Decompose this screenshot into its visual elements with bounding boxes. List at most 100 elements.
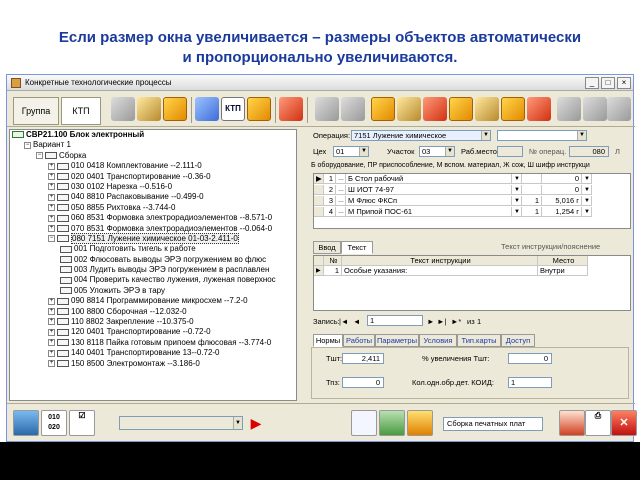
table-row[interactable]: ▶ 1… Б Стол рабочий ▼ 0 ▼ [314,174,632,184]
equipment-name[interactable]: М Флюс ФКСп [346,196,512,206]
move-up-down-icon[interactable] [195,97,219,121]
chevron-down-icon[interactable]: ▼ [582,185,592,195]
expand-icon[interactable]: + [48,162,55,170]
expand-icon[interactable]: + [48,339,55,347]
expand-icon[interactable]: + [48,224,55,232]
tree-node[interactable]: 005 Уложить ЭРЭ в тару [10,286,296,296]
chevron-down-icon[interactable]: ▼ [577,131,586,140]
nav-next-button[interactable]: ► [427,316,434,328]
tree-node[interactable]: − Сборка [10,151,296,161]
tree-node[interactable]: +040 8810 Распаковывание --0.499-0 [10,192,296,202]
nav-last-button[interactable]: ►| [437,316,446,328]
tab-bottom-2[interactable]: Параметры [375,334,419,347]
tree-node[interactable]: 003 Лудить выводы ЭРЭ погружением в расп… [10,265,296,275]
document-icon[interactable] [449,97,473,121]
tree-node[interactable]: +030 0102 Нарезка --0.516-0 [10,182,296,192]
arrows-icon[interactable] [379,410,405,436]
nav-first-button[interactable]: |◄ [339,316,348,328]
chevron-down-icon[interactable]: ▼ [582,207,592,217]
tree-node[interactable]: СВР21.100 Блок электронный [10,130,296,140]
row-indicator[interactable] [314,207,324,217]
equipment-name[interactable]: Ш ИОТ 74-97 [346,185,512,195]
tab-group[interactable]: Группа [13,97,59,125]
maximize-button[interactable]: □ [601,77,615,89]
materials-icon[interactable] [475,97,499,121]
expand-icon[interactable]: + [48,328,55,336]
row-indicator[interactable]: ▶ [314,174,324,184]
tree-node[interactable]: +050 8855 Рихтовка --3.744-0 [10,203,296,213]
action-select[interactable]: ▼ [119,416,243,430]
wrench-disabled-icon[interactable] [315,97,339,121]
chevron-down-icon[interactable]: ▼ [359,147,368,156]
equipment-qty[interactable]: 1 [522,207,542,217]
expand-icon[interactable]: + [48,193,55,201]
form-icon[interactable] [351,410,377,436]
rabmesto-field[interactable] [497,146,523,157]
parts-disabled-icon[interactable] [341,97,365,121]
row-number[interactable]: 4 [324,207,336,217]
brush-tool-icon[interactable] [111,97,135,121]
tools-box-icon[interactable] [163,97,187,121]
equipment-value[interactable]: 1,254 г [542,207,582,217]
tool-set-icon[interactable] [423,97,447,121]
ellipsis-icon[interactable]: … [336,196,346,206]
layers-icon[interactable] [527,97,551,121]
expand-icon[interactable]: + [48,349,55,357]
row-number[interactable]: 3 [324,196,336,206]
equipment-qty[interactable] [522,185,542,195]
tab-bottom-0[interactable]: Нормы [313,334,343,347]
tree-node[interactable]: +120 0401 Транспортирование --0.72-0 [10,327,296,337]
expand-icon[interactable]: + [48,297,55,305]
ellipsis-icon[interactable]: … [336,185,346,195]
collapse-icon[interactable]: − [24,141,31,149]
equipment-qty[interactable]: 1 [522,196,542,206]
code-icon[interactable]: 010 020 [41,410,67,436]
chevron-down-icon[interactable]: ▼ [512,207,522,217]
tab-tekst[interactable]: Текст [341,241,373,254]
tree-node[interactable]: 004 Проверить качество лужения, луженая … [10,275,296,285]
tree-node[interactable]: 002 Флюсовать выводы ЭРЭ погружением во … [10,255,296,265]
tab-bottom-5[interactable]: Доступ [501,334,535,347]
expand-icon[interactable]: + [48,204,55,212]
expand-icon[interactable]: + [48,172,55,180]
chevron-down-icon[interactable]: ▼ [445,147,454,156]
chevron-down-icon[interactable]: ▼ [233,417,242,429]
expand-icon[interactable]: + [48,308,55,316]
tree-node[interactable]: +140 0401 Транспортирование 13--0.72-0 [10,348,296,358]
close-button[interactable]: × [617,77,631,89]
tree-node[interactable]: +060 8531 Формовка электрорадиоэлементов… [10,213,296,223]
ellipsis-icon[interactable]: … [336,174,346,184]
row-text[interactable]: Особые указания: [342,266,538,276]
tab-bottom-1[interactable]: Работы [343,334,375,347]
tree-node[interactable]: − Вариант 1 [10,140,296,150]
nav-new-button[interactable]: ►* [451,316,461,328]
nav-prev-button[interactable]: ◄ [353,316,360,328]
chevron-down-icon[interactable]: ▼ [512,185,522,195]
grid-tool-icon[interactable] [247,97,271,121]
expand-icon[interactable]: + [48,183,55,191]
increase-field[interactable]: 0 [508,353,552,364]
equipment-icon[interactable] [371,97,395,121]
noper-field[interactable]: 080 [569,146,609,157]
row-number[interactable]: 1 [324,174,336,184]
tab-bottom-4[interactable]: Тип.карты [457,334,501,347]
expand-icon[interactable]: + [48,318,55,326]
row-indicator[interactable] [314,185,324,195]
helmet-icon[interactable] [501,97,525,121]
equipment-qty[interactable] [522,174,542,184]
ellipsis-icon[interactable]: … [336,207,346,217]
chevron-down-icon[interactable]: ▼ [582,174,592,184]
equipment-value[interactable]: 5,016 г [542,196,582,206]
expand-icon[interactable]: + [48,214,55,222]
tree-node[interactable]: 001 Подготовить тигель к работе [10,244,296,254]
flower-icon[interactable] [407,410,433,436]
chevron-down-icon[interactable]: ▼ [512,196,522,206]
uchastok-field[interactable]: 03 ▼ [419,146,455,157]
koid-field[interactable]: 1 [508,377,552,388]
process-tree[interactable]: СВР21.100 Блок электронный − Вариант 1− Сбо… [9,129,297,401]
tree-node[interactable]: +020 0401 Транспортирование --0.36-0 [10,172,296,182]
equipment-value[interactable]: 0 [542,174,582,184]
exit-icon[interactable]: ✕ [611,410,637,436]
equipment-value[interactable]: 0 [542,185,582,195]
instruction-grid[interactable]: № Текст инструкции Место ▶ 1 Особые указ… [313,255,631,311]
